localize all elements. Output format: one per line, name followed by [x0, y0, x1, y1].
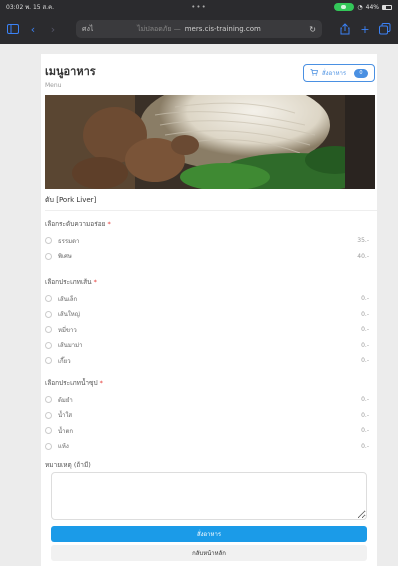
option-label: หมี่ขาว — [58, 326, 77, 334]
option-row[interactable]: พิเศษ 40.- — [45, 249, 369, 265]
call-indicator-icon — [334, 3, 355, 11]
option-price: 0.- — [361, 396, 369, 404]
option-label: พิเศษ — [58, 253, 72, 261]
cart-icon — [310, 68, 319, 78]
food-photo — [45, 95, 375, 189]
group-title-text: เลือกระดับความอร่อย — [45, 220, 106, 228]
option-row[interactable]: หมี่ขาว 0.- — [45, 322, 369, 338]
insecure-label: ไม่ปลอดภัย — — [137, 24, 181, 33]
safari-toolbar: ‹ › ศงไ ไม่ปลอดภัย — mers.cis-training.co… — [0, 14, 398, 44]
option-row[interactable]: เส้นมาม่า 0.- — [45, 338, 369, 354]
battery-percent: 44% — [365, 3, 379, 11]
page-body: เมนูอาหาร Menu สั่งอาหาร 0 ตับ [Pork Liv… — [0, 44, 398, 566]
url-value: mers.cis-training.com — [184, 24, 261, 33]
menu-card: เมนูอาหาร Menu สั่งอาหาร 0 ตับ [Pork Liv… — [41, 54, 377, 566]
radio-button[interactable] — [45, 357, 52, 365]
option-price: 35.- — [357, 237, 369, 245]
status-right: ◔ 44% — [334, 3, 392, 11]
multitasking-dots[interactable]: ••• — [191, 3, 206, 11]
radio-button[interactable] — [45, 411, 52, 419]
option-price: 0.- — [361, 326, 369, 334]
option-label: เกี๊ยว — [58, 357, 71, 365]
noodle-type-group: เลือกประเภทเส้น * เส้นเล็ก 0.- เส้นใหญ่ … — [45, 277, 369, 369]
option-price: 0.- — [361, 357, 369, 365]
radio-button[interactable] — [45, 396, 52, 404]
option-row[interactable]: น้ำตก 0.- — [45, 423, 369, 439]
cart-label: สั่งอาหาร — [322, 70, 347, 77]
option-row[interactable]: น้ำใส 0.- — [45, 408, 369, 424]
tabs-icon[interactable] — [378, 22, 392, 36]
required-mark: * — [107, 220, 111, 228]
option-row[interactable]: เส้นเล็ก 0.- — [45, 291, 369, 307]
group-title-text: เลือกประเภทเส้น — [45, 278, 92, 286]
url-text: ไม่ปลอดภัย — mers.cis-training.com — [137, 24, 261, 35]
option-price: 0.- — [361, 295, 369, 303]
option-price: 0.- — [361, 427, 369, 435]
card-header: เมนูอาหาร Menu สั่งอาหาร 0 — [41, 54, 377, 92]
status-time: 03:02 พ. 15 ส.ค. — [6, 4, 54, 11]
option-label: น้ำตก — [58, 427, 73, 435]
reader-aa-label[interactable]: ศงไ — [82, 24, 122, 35]
reload-icon[interactable]: ↻ — [309, 25, 316, 34]
sidebar-icon[interactable] — [6, 22, 20, 36]
share-icon[interactable] — [338, 22, 352, 36]
option-label: น้ำใส — [58, 412, 73, 420]
note-textarea[interactable] — [51, 472, 367, 520]
radio-button[interactable] — [45, 237, 52, 245]
radio-button[interactable] — [45, 427, 52, 435]
order-button[interactable]: สั่งอาหาร — [51, 526, 367, 542]
back-icon[interactable]: ‹ — [26, 22, 40, 36]
divider — [45, 210, 377, 211]
option-price: 0.- — [361, 310, 369, 318]
note-label: หมายเหตุ (ถ้ามี) — [45, 461, 91, 469]
option-row[interactable]: ต้มยำ 0.- — [45, 392, 369, 408]
radio-button[interactable] — [45, 295, 52, 303]
required-mark: * — [93, 278, 97, 286]
taste-level-group: เลือกระดับความอร่อย * ธรรมดา 35.- พิเศษ … — [45, 219, 369, 264]
page-subtitle: Menu — [45, 82, 62, 89]
group-title: เลือกประเภทน้ำซุป * — [45, 378, 369, 392]
radio-button[interactable] — [45, 341, 52, 349]
item-name: ตับ [Pork Liver] — [45, 196, 97, 204]
option-row[interactable]: ธรรมดา 35.- — [45, 233, 369, 249]
radio-button[interactable] — [45, 252, 52, 260]
option-row[interactable]: แห้ง 0.- — [45, 439, 369, 455]
forward-icon[interactable]: › — [46, 22, 60, 36]
radio-button[interactable] — [45, 326, 52, 334]
cart-button[interactable]: สั่งอาหาร 0 — [303, 64, 375, 82]
option-label: ธรรมดา — [58, 237, 80, 245]
required-mark: * — [99, 379, 103, 387]
option-row[interactable]: เส้นใหญ่ 0.- — [45, 307, 369, 323]
option-label: แห้ง — [58, 443, 69, 451]
option-label: เส้นเล็ก — [58, 295, 78, 303]
browser-chrome: 03:02 พ. 15 ส.ค. ••• ◔ 44% ‹ › ศงไ ไม่ปล… — [0, 0, 398, 44]
back-home-button[interactable]: กลับหน้าหลัก — [51, 545, 367, 561]
cart-count-badge: 0 — [354, 68, 368, 78]
option-price: 0.- — [361, 442, 369, 450]
option-label: เส้นมาม่า — [58, 342, 83, 350]
option-price: 40.- — [357, 252, 369, 260]
soup-type-group: เลือกประเภทน้ำซุป * ต้มยำ 0.- น้ำใส 0.- … — [45, 378, 369, 454]
radio-button[interactable] — [45, 442, 52, 450]
status-bar: 03:02 พ. 15 ส.ค. ••• ◔ 44% — [0, 0, 398, 14]
radio-button[interactable] — [45, 310, 52, 318]
option-price: 0.- — [361, 411, 369, 419]
option-price: 0.- — [361, 341, 369, 349]
wifi-icon: ◔ — [357, 3, 363, 11]
option-label: เส้นใหญ่ — [58, 311, 80, 319]
group-title-text: เลือกประเภทน้ำซุป — [45, 379, 98, 387]
group-title: เลือกประเภทเส้น * — [45, 277, 369, 291]
option-label: ต้มยำ — [58, 396, 73, 404]
new-tab-icon[interactable]: + — [358, 22, 372, 36]
battery-icon — [382, 4, 392, 10]
group-title: เลือกระดับความอร่อย * — [45, 219, 369, 233]
address-bar[interactable]: ศงไ ไม่ปลอดภัย — mers.cis-training.com ↻ — [76, 20, 322, 38]
option-row[interactable]: เกี๊ยว 0.- — [45, 353, 369, 369]
